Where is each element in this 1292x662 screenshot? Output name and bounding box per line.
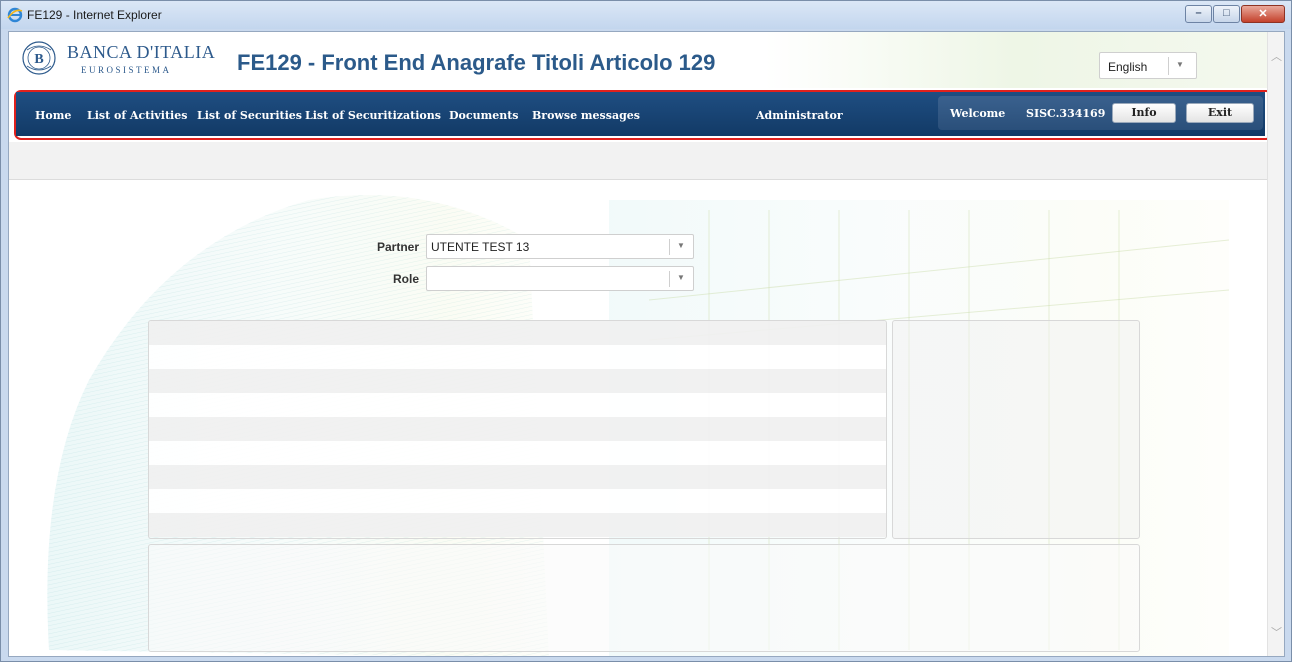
app-header: B BANCA D'ITALIA EUROSISTEMA FE129 - Fro… — [9, 32, 1268, 88]
table-row[interactable] — [149, 345, 886, 369]
page-content: B BANCA D'ITALIA EUROSISTEMA FE129 - Fro… — [8, 31, 1285, 657]
table-row[interactable] — [149, 441, 886, 465]
exit-button[interactable]: Exit — [1186, 103, 1254, 123]
maximize-button[interactable]: □ — [1213, 5, 1240, 23]
toolbar-strip — [9, 142, 1268, 180]
browser-window: FE129 - Internet Explorer – □ ✕ B BANCA … — [0, 0, 1292, 662]
table-row[interactable] — [149, 513, 886, 537]
nav-home[interactable]: Home — [35, 109, 71, 122]
bank-logo: B — [22, 41, 56, 75]
window-title: FE129 - Internet Explorer — [27, 8, 162, 22]
role-label: Role — [392, 272, 419, 286]
svg-text:B: B — [34, 52, 43, 67]
username: SISC.334169 — [1026, 107, 1106, 120]
info-button[interactable]: Info — [1112, 103, 1176, 123]
scroll-up-icon[interactable]: ︿ — [1271, 48, 1282, 64]
nav-browse-messages[interactable]: Browse messages — [532, 109, 640, 122]
title-bar: FE129 - Internet Explorer – □ ✕ — [1, 1, 1291, 29]
partner-value: UTENTE TEST 13 — [431, 240, 530, 254]
minimize-button[interactable]: – — [1185, 5, 1212, 23]
user-panel: Welcome SISC.334169 Info Exit — [938, 96, 1263, 130]
chevron-down-icon: ▼ — [1176, 60, 1184, 69]
chevron-down-icon: ▼ — [677, 241, 685, 250]
nav-administrator[interactable]: Administrator — [756, 109, 843, 122]
app-title: FE129 - Front End Anagrafe Titoli Artico… — [237, 50, 716, 75]
bank-subtitle: EUROSISTEMA — [81, 65, 172, 75]
ie-icon — [7, 7, 23, 23]
main-nav: Home List of Activities List of Securiti… — [16, 92, 1265, 136]
partner-label: Partner — [376, 240, 419, 254]
partner-select[interactable]: UTENTE TEST 13 ▼ — [426, 234, 694, 259]
close-button[interactable]: ✕ — [1241, 5, 1285, 23]
vertical-scrollbar[interactable]: ︿ ﹀ — [1267, 32, 1284, 656]
language-value: English — [1108, 60, 1148, 74]
side-panel — [892, 320, 1140, 539]
table-row[interactable] — [149, 417, 886, 441]
table-row[interactable] — [149, 465, 886, 489]
language-select[interactable]: English ▼ — [1099, 52, 1197, 79]
chevron-down-icon: ▼ — [677, 273, 685, 282]
bank-name: BANCA D'ITALIA — [67, 42, 216, 62]
nav-list-of-securitizations[interactable]: List of Securitizations — [305, 109, 441, 122]
table-row[interactable] — [149, 489, 886, 513]
results-grid — [148, 320, 887, 539]
scroll-down-icon[interactable]: ﹀ — [1271, 624, 1282, 640]
nav-list-of-activities[interactable]: List of Activities — [87, 109, 187, 122]
table-row[interactable] — [149, 369, 886, 393]
welcome-label: Welcome — [950, 107, 1006, 120]
nav-list-of-securities[interactable]: List of Securities — [197, 109, 302, 122]
table-row[interactable] — [149, 321, 886, 345]
detail-panel — [148, 544, 1140, 652]
role-select[interactable]: ▼ — [426, 266, 694, 291]
nav-documents[interactable]: Documents — [449, 109, 518, 122]
table-row[interactable] — [149, 393, 886, 417]
